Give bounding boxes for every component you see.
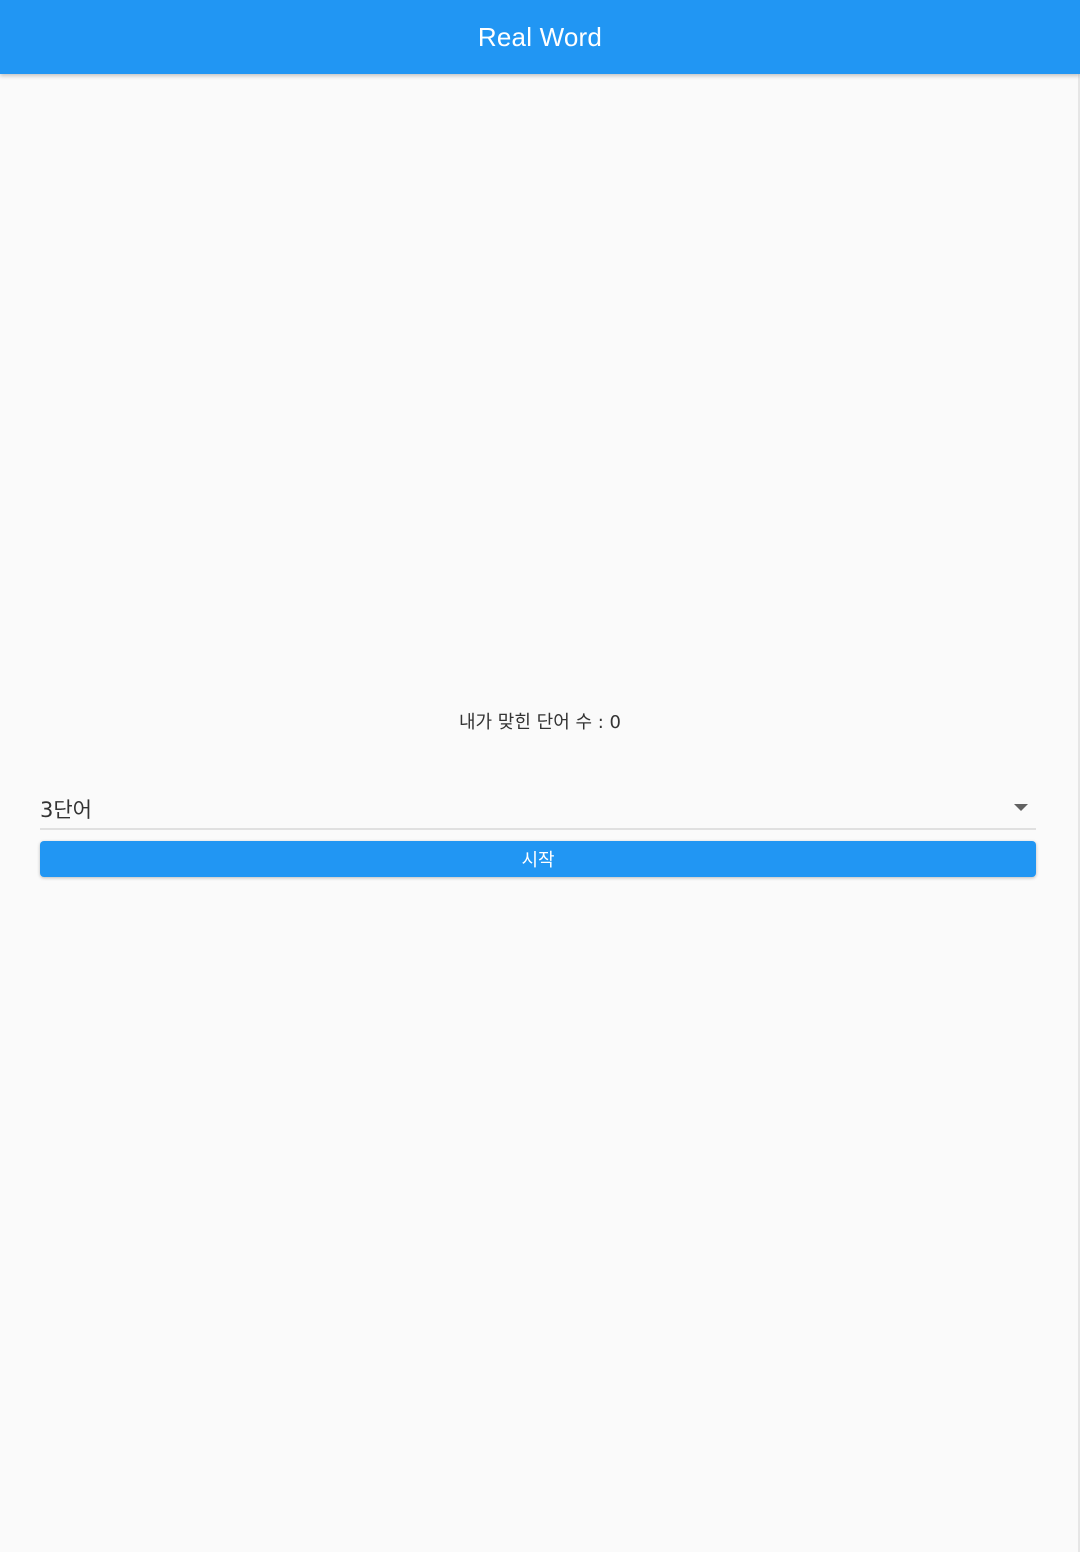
arrow-drop-down-icon[interactable] xyxy=(1014,804,1028,811)
score-text: 내가 맞힌 단어 수 : 0 xyxy=(458,712,622,733)
dropdown-selected-value: 3단어 xyxy=(40,798,93,822)
start-button[interactable]: 시작 xyxy=(40,841,1036,877)
word-count-dropdown[interactable]: 3단어 xyxy=(40,790,1036,830)
app-title: Real Word xyxy=(477,21,603,52)
app-bar: Real Word xyxy=(0,0,1080,74)
